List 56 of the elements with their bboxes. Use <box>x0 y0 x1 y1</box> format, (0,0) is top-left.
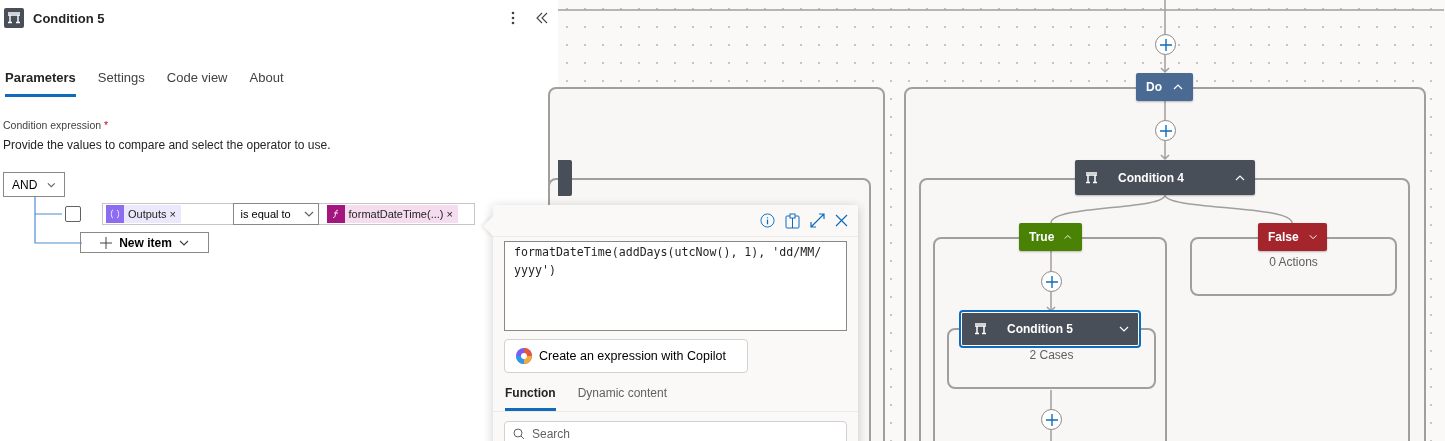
condition-node[interactable]: Condition 5 <box>961 312 1139 346</box>
plus-icon <box>1159 38 1172 51</box>
chevron-icon <box>1308 234 1317 240</box>
panel-tab[interactable]: About <box>249 66 284 97</box>
action-node <box>558 160 572 196</box>
info-icon[interactable] <box>760 213 775 228</box>
field-description: Provide the values to compare and select the operator to use. <box>3 138 332 152</box>
operator-dropdown[interactable]: is equal to <box>232 203 319 225</box>
plus-icon <box>1045 413 1058 426</box>
true-branch-node[interactable]: True <box>1019 223 1082 251</box>
panel-title: Condition 5 <box>33 10 106 26</box>
add-step-button[interactable] <box>1155 34 1176 55</box>
chevron-icon <box>178 239 189 246</box>
token-chip[interactable]: formatDateTime(...) × <box>326 205 458 223</box>
clipboard-icon[interactable] <box>785 212 800 229</box>
panel-tab[interactable]: Settings <box>97 66 145 97</box>
expression-text: formatDateTime(addDays(utcNow(), 1), 'dd/MM/yyyy') <box>514 244 823 279</box>
search-field[interactable]: Search <box>504 421 847 441</box>
row-checkbox[interactable] <box>65 206 81 222</box>
panel-tab[interactable]: Code view <box>166 66 228 97</box>
search-icon <box>513 428 525 440</box>
tree-connector <box>34 197 82 244</box>
chevron-icon <box>1119 326 1129 332</box>
collapse-icon[interactable] <box>534 10 550 26</box>
expression-field[interactable]: formatDateTime(addDays(utcNow(), 1), 'dd/MM/yyyy') <box>504 241 847 331</box>
condition-icon <box>974 323 987 335</box>
chevron-icon <box>47 181 56 188</box>
plus-icon <box>100 236 113 249</box>
false-branch-node[interactable]: False <box>1258 223 1327 251</box>
node-summary: 2 Cases <box>1029 348 1074 362</box>
copilot-icon <box>515 347 533 365</box>
more-options-icon[interactable] <box>509 9 517 27</box>
node-summary: 0 Actions <box>1269 255 1318 269</box>
editor-tab[interactable]: Function <box>505 382 556 411</box>
copilot-button[interactable]: Create an expression with Copilot <box>504 339 748 373</box>
plus-icon <box>1045 275 1058 288</box>
condition-row-field[interactable]: Outputs × is equal to formatDateTime(...) × <box>102 203 475 225</box>
chevron-icon <box>1064 234 1072 240</box>
chevron-icon <box>303 211 314 217</box>
editor-tab[interactable]: Dynamic content <box>577 382 668 411</box>
variable-icon <box>106 205 124 223</box>
condition-icon <box>4 8 24 28</box>
close-icon[interactable] <box>835 214 848 227</box>
condition-icon <box>1085 171 1098 184</box>
group-operator-dropdown[interactable]: AND <box>3 172 65 197</box>
field-label: Condition expression * <box>3 119 110 131</box>
token-chip[interactable]: Outputs × <box>106 205 182 223</box>
chevron-icon <box>1173 84 1183 90</box>
condition-node[interactable]: Condition 4 <box>1075 160 1255 195</box>
expand-icon[interactable] <box>810 213 825 228</box>
scope-node[interactable]: Do <box>1136 73 1193 101</box>
new-item-button[interactable]: New item <box>80 232 209 253</box>
plus-icon <box>1159 124 1172 137</box>
panel-tab[interactable]: Parameters <box>5 66 76 97</box>
function-icon <box>326 205 345 223</box>
chevron-icon <box>1235 174 1245 181</box>
